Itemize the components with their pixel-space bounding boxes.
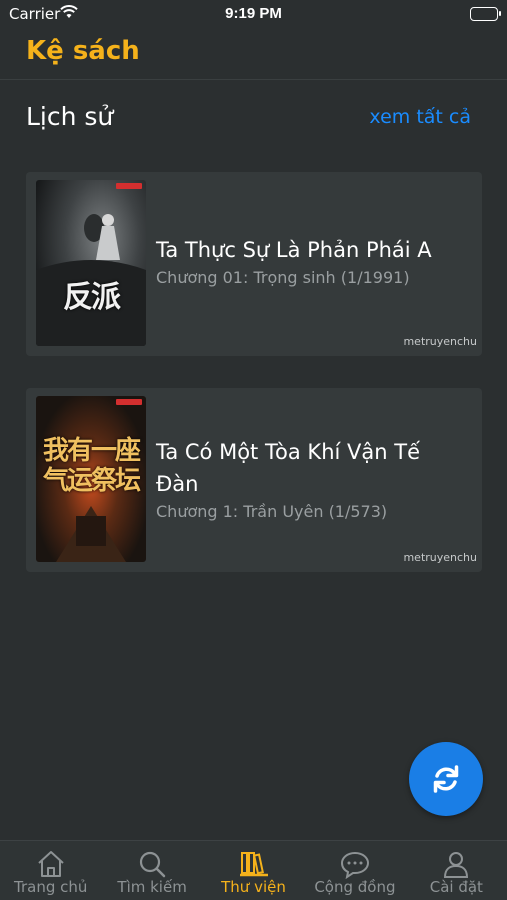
book-chapter: Chương 01: Trọng sinh (1/1991) [156,268,410,287]
history-section-header: Lịch sử xem tất cả [0,100,507,140]
search-icon [136,849,168,879]
app-header: Kệ sách [0,28,507,80]
tab-home[interactable]: Trang chủ [0,841,101,900]
book-source: metruyenchu [403,335,477,348]
battery-icon [470,7,501,21]
cover-title-text: 反派 [63,280,121,315]
tab-label: Cộng đồng [314,878,396,896]
book-source: metruyenchu [403,551,477,564]
tab-community[interactable]: Cộng đồng [304,841,405,900]
home-icon [35,849,67,879]
sync-icon [433,765,459,793]
see-all-link[interactable]: xem tất cả [369,106,471,128]
tab-library[interactable]: Thư viện [203,841,304,900]
chat-bubble-icon [339,849,371,880]
tab-label: Thư viện [221,878,286,896]
book-cover-image: 我有一座气运祭坛 [36,396,146,562]
book-title: Ta Thực Sự Là Phản Phái A [156,238,432,262]
status-bar: Carrier 9:19 PM [0,0,507,28]
tab-label: Tìm kiếm [117,878,187,896]
user-icon [440,849,472,879]
tab-search[interactable]: Tìm kiếm [101,841,202,900]
sync-button[interactable] [409,742,483,816]
cover-title-text: 我有一座气运祭坛 [42,436,141,496]
tab-label: Trang chủ [14,878,88,896]
book-cover-image: 反派 [36,180,146,346]
bookshelf-icon [238,849,270,879]
page-title: Kệ sách [26,36,140,66]
book-chapter: Chương 1: Trần Uyên (1/573) [156,502,388,521]
tab-label: Cài đặt [429,878,483,896]
book-card[interactable]: 反派 Ta Thực Sự Là Phản Phái A Chương 01: … [26,172,482,356]
status-time: 9:19 PM [225,5,282,22]
history-title: Lịch sử [26,102,114,131]
book-card[interactable]: 我有一座气运祭坛 Ta Có Một Tòa Khí Vận Tế Đàn Ch… [26,388,482,572]
tab-bar: Trang chủ Tìm kiếm Thư viện Cộng đồng Cà… [0,840,507,900]
tab-settings[interactable]: Cài đặt [406,841,507,900]
book-title: Ta Có Một Tòa Khí Vận Tế Đàn [156,440,420,496]
